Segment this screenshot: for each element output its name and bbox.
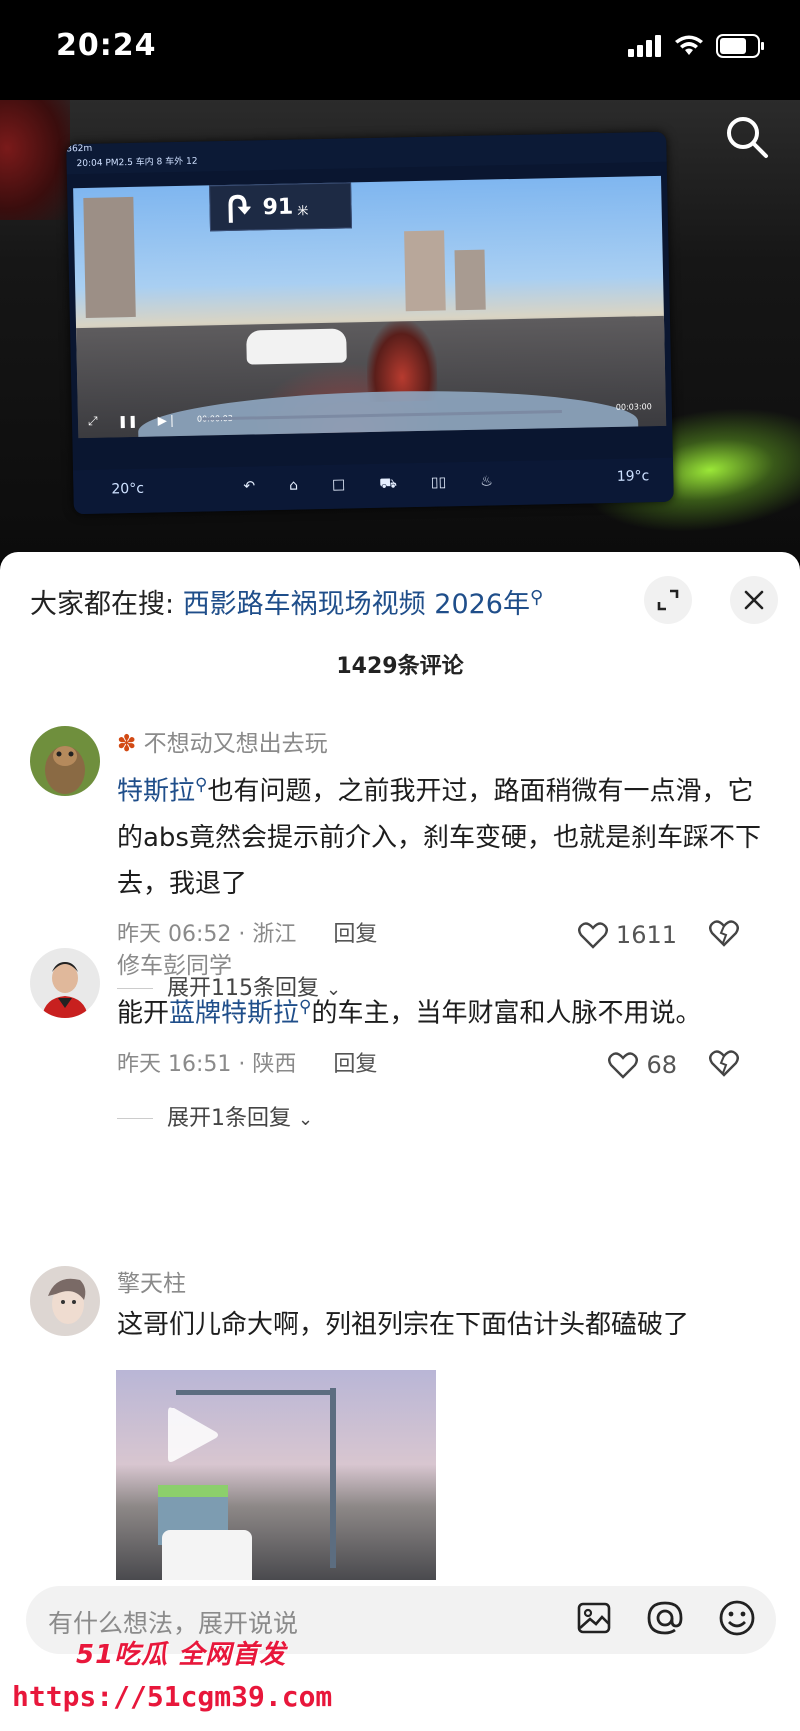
status-bar: 20:24 (0, 0, 800, 100)
attached-video-thumbnail[interactable] (116, 1370, 436, 1580)
hot-search-term[interactable]: 西影路车祸现场视频 2026年 (183, 589, 530, 620)
watermark-url: https://51cgm39.com (12, 1680, 333, 1713)
mention-icon[interactable] (646, 1599, 684, 1637)
divider (117, 1118, 153, 1120)
temp-left: 20°c (111, 480, 145, 498)
u-turn-icon (228, 194, 251, 223)
nav-unit: 米 (297, 204, 309, 218)
white-car (162, 1530, 252, 1580)
seat-heat-icon: ♨ (480, 473, 493, 490)
battery-icon (716, 34, 764, 58)
seat-background (0, 100, 70, 220)
building (454, 249, 486, 311)
like-button[interactable]: 68 (608, 1041, 677, 1089)
comment-text: 特斯拉⚲也有问题，之前我开过，路面稍微有一点滑，它的abs竟然会提示前介入，刹车… (117, 762, 767, 907)
comment-author[interactable]: 修车彭同学 (117, 948, 767, 984)
emoji-icon[interactable] (718, 1599, 756, 1637)
avatar[interactable] (30, 1266, 100, 1336)
columns-icon: ▯▯ (430, 474, 447, 491)
search-icon[interactable] (722, 112, 772, 162)
building (404, 230, 446, 312)
next-icon[interactable]: ▶❘ (158, 413, 178, 427)
car-icon: ⛟ (379, 475, 398, 492)
fullscreen-icon[interactable]: ⤢ (88, 414, 98, 429)
comment-author[interactable]: 擎天柱 (117, 1266, 767, 1302)
expand-icon (657, 589, 679, 611)
temp-right: 19°c (616, 468, 650, 485)
square-icon: □ (331, 476, 346, 493)
comment-author[interactable]: 不想动又想出去玩 (144, 731, 328, 757)
status-icons (628, 34, 766, 58)
scooter-rider (365, 320, 438, 403)
dashcam-footage (73, 175, 667, 439)
reply-button[interactable]: 回复 (333, 922, 377, 947)
comment-text: 能开蓝牌特斯拉⚲的车主，当年财富和人脉不用说。 (117, 984, 767, 1037)
video-player[interactable]: 20:04 PM2.5 车内 8 车外 12 362m 91 米 ⤢ ❚❚ ▶❘… (0, 100, 800, 560)
close-icon (744, 590, 764, 610)
traffic-light-pole (330, 1388, 336, 1568)
avatar[interactable] (30, 726, 100, 796)
heart-icon (577, 922, 608, 949)
search-mini-icon: ⚲ (529, 587, 544, 608)
home-icon: ⌂ (288, 477, 299, 494)
comment-content: 也有问题，之前我开过，路面稍微有一点滑，它的abs竟然会提示前介入，刹车变硬，也… (117, 776, 761, 899)
comment-keyword-link[interactable]: 特斯拉 (117, 777, 195, 807)
comment-panel: 大家都在搜: 西影路车祸现场视频 2026年⚲ 1429条评论 ✽ 不想动又想出… (0, 552, 800, 1731)
reply-button[interactable]: 回复 (333, 1052, 377, 1077)
maple-leaf-icon: ✽ (117, 731, 137, 757)
comment-body: 擎天柱 这哥们儿命大啊，列祖列宗在下面估计头都磕破了 (117, 1266, 767, 1348)
avatar[interactable] (30, 948, 100, 1018)
car-screen: 20:04 PM2.5 车内 8 车外 12 362m 91 米 ⤢ ❚❚ ▶❘… (66, 131, 674, 515)
expand-replies-button[interactable]: 展开1条回复 ⌄ (117, 1095, 767, 1143)
back-icon: ↶ (243, 478, 256, 495)
comment-content-prefix: 能开 (117, 998, 170, 1029)
broken-heart-icon (709, 920, 739, 947)
car-screen-status: 20:04 PM2.5 车内 8 车外 12 (66, 131, 667, 175)
heart-icon (608, 1052, 639, 1079)
comment-content: 这哥们儿命大啊，列祖列宗在下面估计头都磕破了 (117, 1310, 690, 1340)
hot-search-bar[interactable]: 大家都在搜: 西影路车祸现场视频 2026年⚲ (30, 582, 543, 621)
close-button[interactable] (730, 576, 778, 624)
traffic-light-arm (176, 1390, 336, 1395)
comment-keyword-link[interactable]: 蓝牌特斯拉 (169, 999, 299, 1029)
comment-time-location: 昨天 06:52 · 浙江 (117, 921, 297, 947)
like-count: 68 (646, 1050, 677, 1079)
search-mini-icon: ⚲ (299, 997, 312, 1017)
pause-icon[interactable]: ❚❚ (117, 413, 137, 427)
comment-count: 1429条评论 (336, 654, 464, 679)
white-car (246, 328, 347, 365)
search-mini-icon: ⚲ (195, 775, 208, 795)
playback-end-time: 00:03:00 (615, 402, 652, 412)
watermark: 51吃瓜 全网首发 https://51cgm39.com (8, 1628, 332, 1728)
input-actions (576, 1599, 756, 1637)
dock-icons: ↶ ⌂ □ ⛟ ▯▯ ♨ (243, 473, 493, 496)
comment-author-row: ✽ 不想动又想出去玩 (117, 726, 767, 762)
comment-body: 修车彭同学 能开蓝牌特斯拉⚲的车主，当年财富和人脉不用说。 昨天 16:51 ·… (117, 948, 767, 1143)
broken-heart-icon (709, 1050, 739, 1077)
comment-content: 的车主，当年财富和人脉不用说。 (311, 998, 702, 1029)
hot-search-prefix: 大家都在搜: (30, 589, 183, 620)
image-icon[interactable] (576, 1600, 612, 1636)
play-icon[interactable] (156, 1400, 226, 1470)
building (83, 196, 136, 318)
watermark-brand: 51吃瓜 全网首发 (76, 1640, 287, 1670)
comment-time-location: 昨天 16:51 · 陕西 (117, 1051, 297, 1077)
comment-meta: 昨天 16:51 · 陕西 回复 68 (117, 1041, 767, 1089)
wifi-icon (675, 35, 703, 55)
expand-button[interactable] (644, 576, 692, 624)
status-time: 20:24 (56, 28, 157, 63)
nav-distance: 91 (262, 194, 294, 220)
expand-replies-label: 展开1条回复 (167, 1105, 291, 1131)
car-screen-altitude: 362m (66, 143, 93, 155)
chevron-down-icon: ⌄ (298, 1108, 314, 1130)
cellular-signal-icon (628, 35, 661, 57)
navigation-badge: 91 米 (209, 182, 353, 232)
dislike-button[interactable] (709, 1047, 739, 1095)
